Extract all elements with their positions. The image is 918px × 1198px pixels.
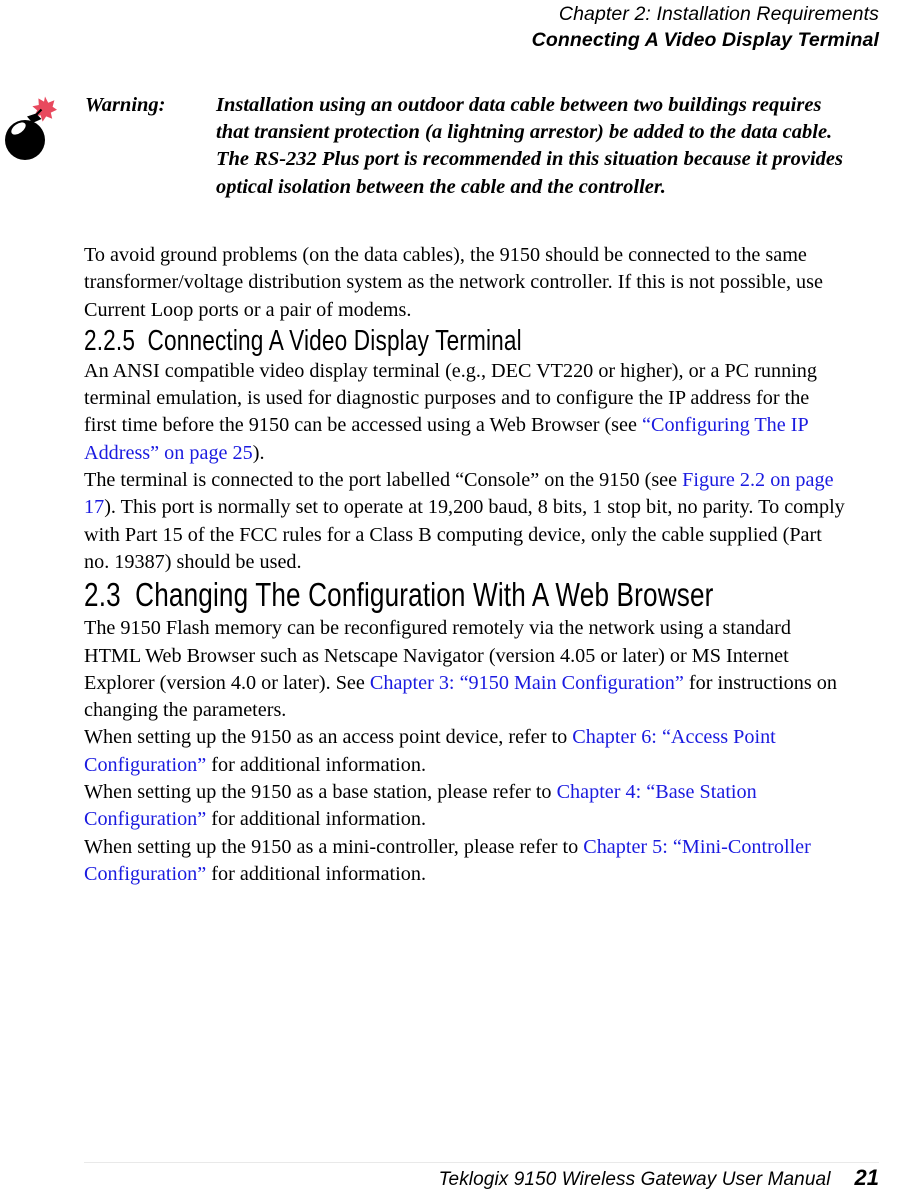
header-chapter-text: Chapter 2: Installation Requirements	[558, 3, 879, 25]
paragraph-ansi-text-2: ).	[252, 441, 265, 464]
paragraph-terminal-text-2: ). This port is normally set to operate …	[84, 496, 845, 573]
footer-content: Teklogix 9150 Wireless Gateway User Manu…	[439, 1165, 879, 1191]
link-chapter-3-9150-main-configuration[interactable]: Chapter 3: “9150 Main Configuration”	[370, 672, 684, 694]
header-chapter-line: Chapter 2: Installation Requirements	[0, 2, 918, 28]
bomb-icon	[5, 96, 57, 162]
warning-label: Warning:	[85, 94, 166, 116]
paragraph-mini-controller-text-1: When setting up the 9150 as a mini-contr…	[84, 835, 584, 858]
page-header: Chapter 2: Installation Requirements Con…	[0, 0, 918, 54]
footer-page-number: 21	[854, 1165, 879, 1190]
heading-2-2-5-title: Connecting A Video Display Terminal	[147, 324, 522, 357]
paragraph-access-point: When setting up the 9150 as an access po…	[84, 724, 846, 779]
paragraph-access-point-text-2: for additional information.	[206, 753, 427, 776]
paragraph-base-station-text-1: When setting up the 9150 as a base stati…	[84, 781, 557, 804]
paragraph-base-station: When setting up the 9150 as a base stati…	[84, 779, 846, 834]
paragraph-mini-controller-text-2: for additional information.	[206, 862, 427, 885]
footer-manual-title: Teklogix 9150 Wireless Gateway User Manu…	[438, 1169, 831, 1190]
paragraph-mini-controller: When setting up the 9150 as a mini-contr…	[84, 834, 846, 889]
page-footer: Teklogix 9150 Wireless Gateway User Manu…	[0, 1154, 918, 1198]
paragraph-ansi-terminal: An ANSI compatible video display termina…	[84, 358, 846, 467]
heading-2-2-5-number: 2.2.5	[84, 324, 136, 357]
header-section-text: Connecting A Video Display Terminal	[531, 29, 879, 51]
paragraph-flash-memory: The 9150 Flash memory can be reconfigure…	[84, 615, 846, 724]
document-body: Warning: Installation using an outdoor d…	[5, 92, 846, 889]
warning-admonition: Warning: Installation using an outdoor d…	[5, 92, 846, 242]
paragraph-ground-problems: To avoid ground problems (on the data ca…	[84, 244, 823, 321]
paragraph-base-station-text-2: for additional information.	[206, 808, 427, 831]
warning-text: Installation using an outdoor data cable…	[216, 94, 844, 198]
paragraph-access-point-text-1: When setting up the 9150 as an access po…	[84, 726, 573, 749]
heading-2-3: 2.3 Changing The Configuration With A Web…	[84, 576, 713, 615]
heading-2-3-number: 2.3	[84, 577, 121, 615]
paragraph-terminal-text-1: The terminal is connected to the port la…	[84, 469, 683, 492]
paragraph-terminal-connection: The terminal is connected to the port la…	[84, 467, 846, 576]
heading-2-2-5: 2.2.5 Connecting A Video Display Terminal	[84, 324, 678, 358]
footer-divider	[84, 1162, 879, 1163]
heading-2-3-title: Changing The Configuration With A Web Br…	[135, 577, 714, 615]
header-section-line: Connecting A Video Display Terminal	[0, 28, 918, 54]
